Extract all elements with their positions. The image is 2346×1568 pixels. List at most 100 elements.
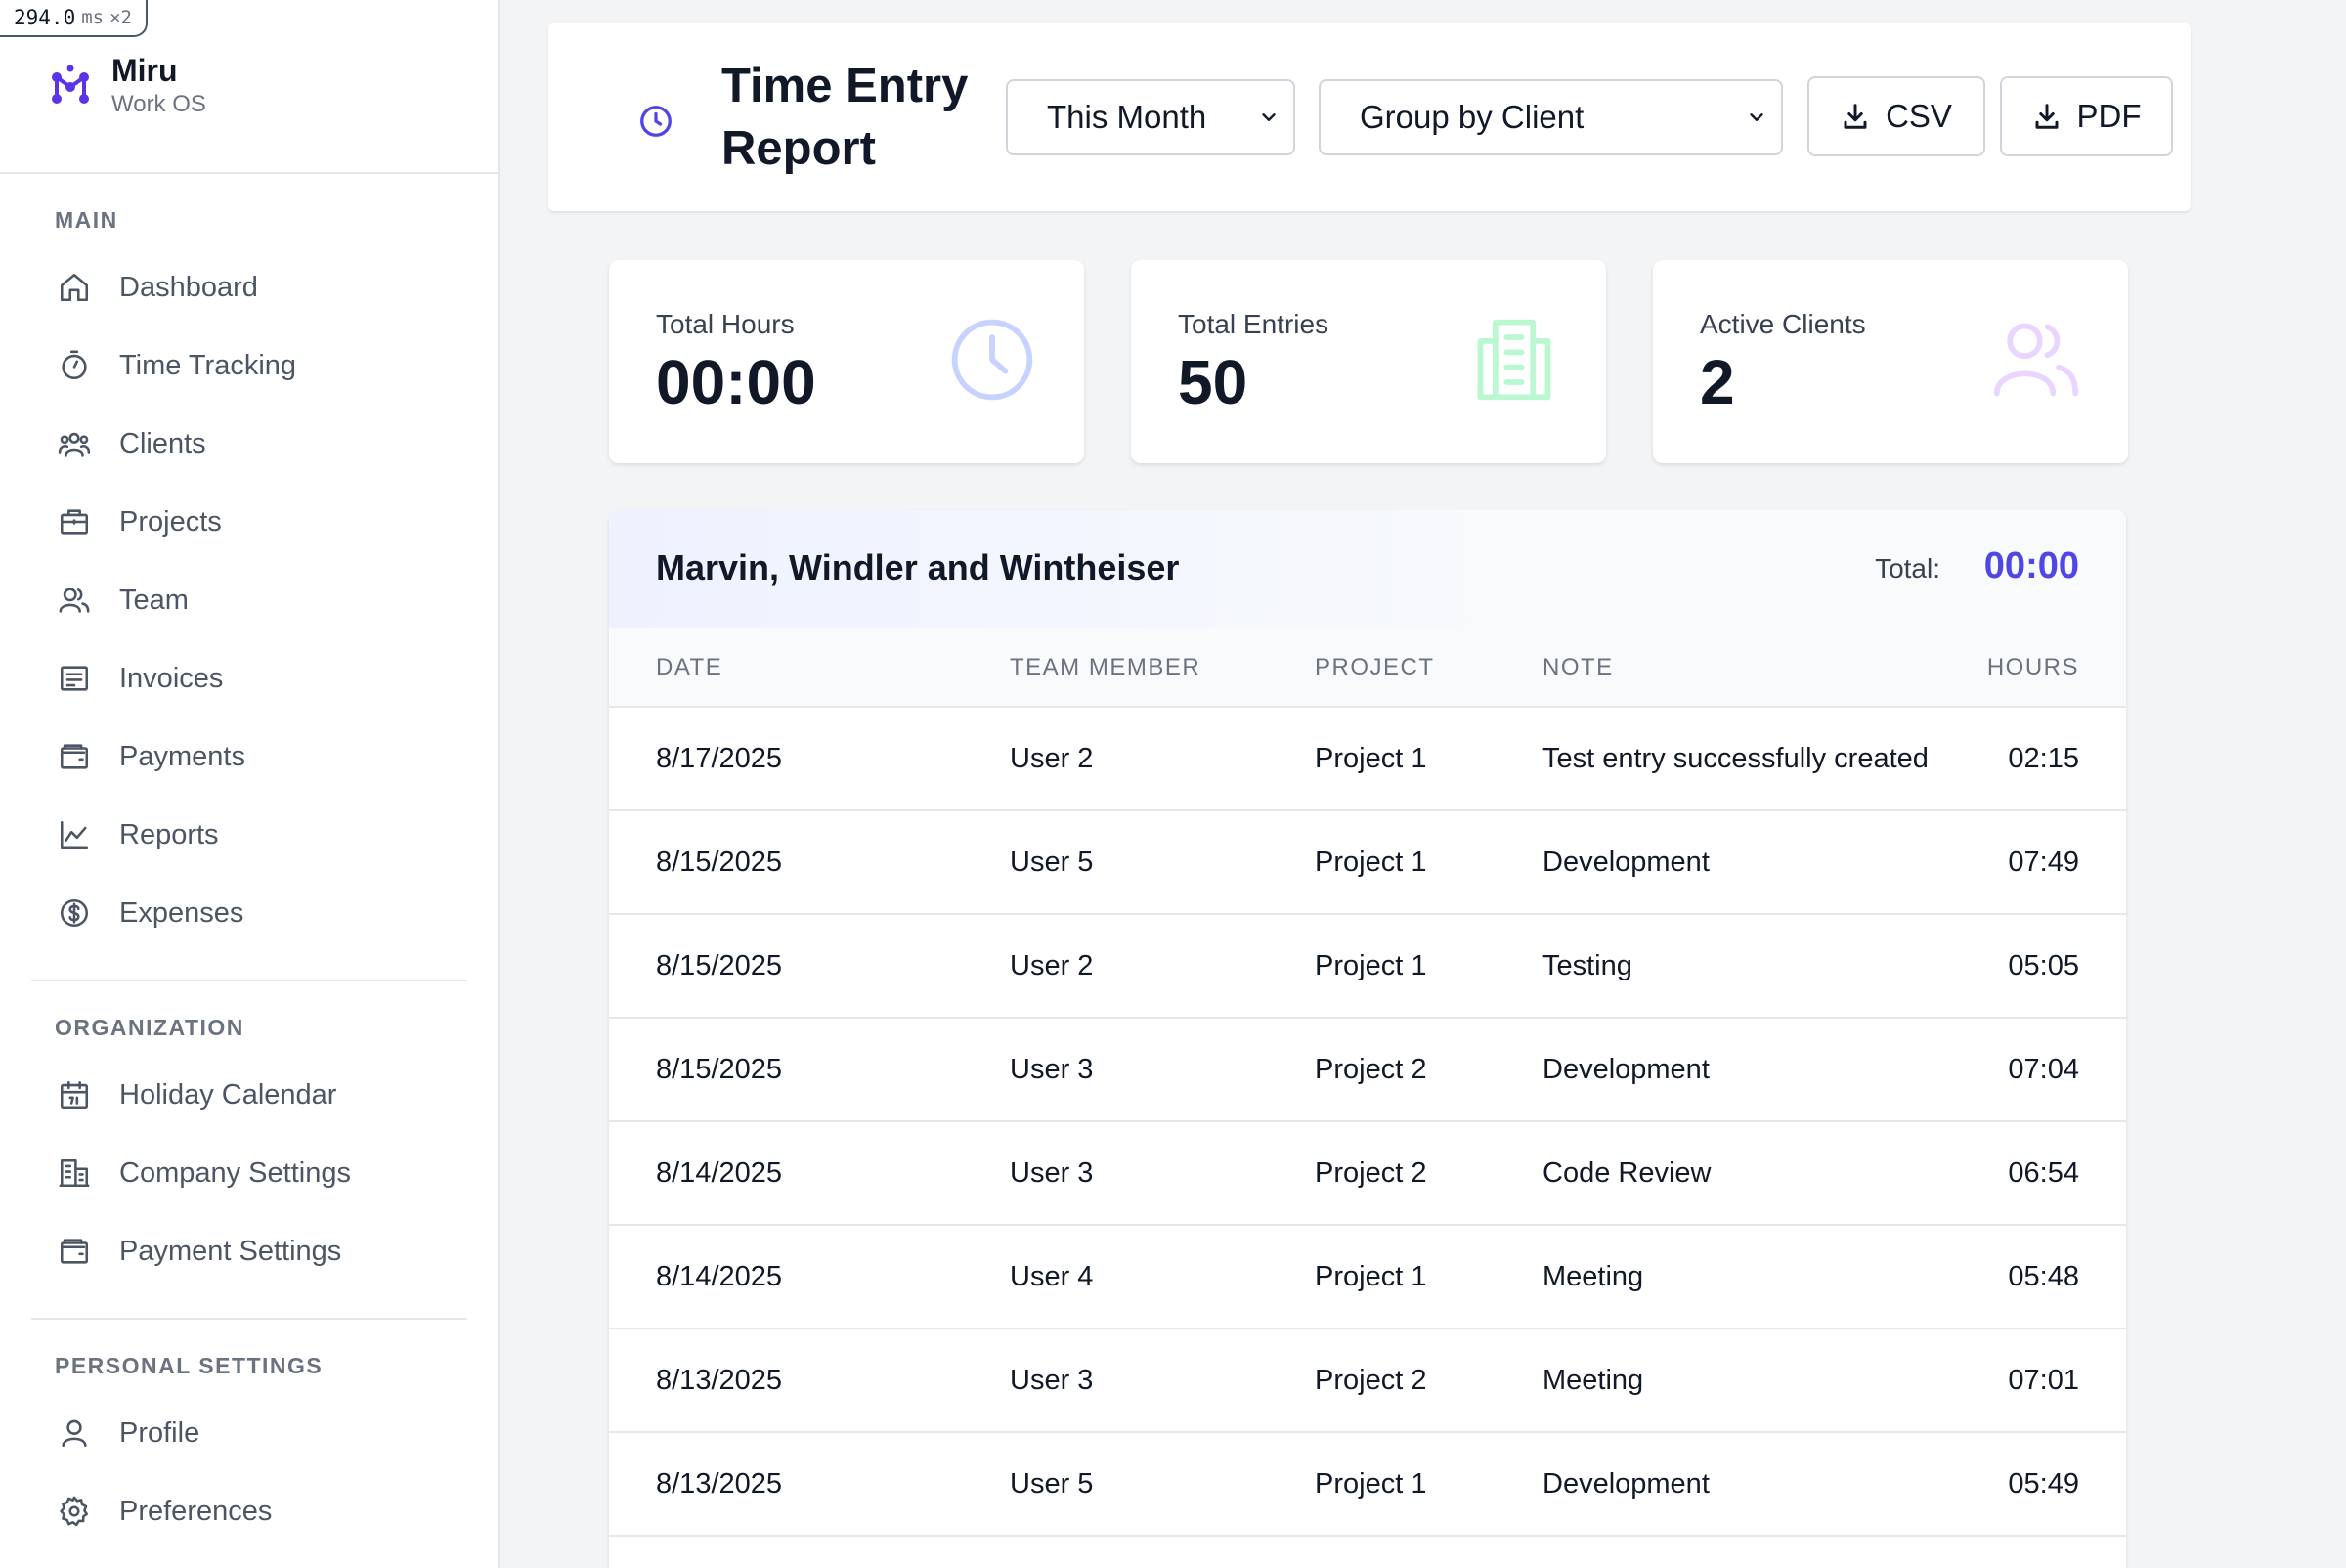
client-group-header: Marvin, Windler and Wintheiser Total: 00…: [609, 510, 2126, 628]
sidebar-item-preferences[interactable]: Preferences: [0, 1472, 500, 1550]
table-row[interactable]: 8/14/2025 User 4 Project 1 Meeting 05:48: [609, 1226, 2126, 1329]
briefcase-icon: [57, 504, 92, 540]
chevron-down-icon: [1262, 113, 1276, 121]
sidebar-item-team[interactable]: Team: [0, 561, 500, 639]
stat-value: 50: [1178, 347, 1248, 417]
table-row[interactable]: 8/15/2025 User 3 Project 2 Development 0…: [609, 1019, 2126, 1122]
sidebar-item-label: Invoices: [119, 662, 224, 694]
team-icon: [57, 583, 92, 618]
sidebar-item-reports[interactable]: Reports: [0, 796, 500, 874]
cell-hours: 07:01: [2008, 1365, 2079, 1396]
page-title: Time Entry Report: [721, 60, 969, 175]
sidebar-divider: [0, 172, 500, 174]
sidebar-item-label: Team: [119, 584, 189, 616]
users-group-icon: [57, 426, 92, 461]
sidebar-item-label: Expenses: [119, 896, 244, 929]
sidebar-item-payment-settings[interactable]: Payment Settings: [0, 1212, 500, 1290]
client-name: Marvin, Windler and Wintheiser: [656, 547, 1180, 588]
stat-card-total-entries: Total Entries 50: [1131, 260, 1606, 463]
nav-personal-settings: PERSONAL SETTINGS Profile Preferences: [0, 1346, 500, 1550]
report-header: Time Entry Report This Month Group by Cl…: [548, 23, 2191, 211]
export-pdf-button[interactable]: PDF: [2000, 76, 2173, 156]
document-icon: [1469, 315, 1559, 405]
client-report-card: Marvin, Windler and Wintheiser Total: 00…: [609, 510, 2126, 1568]
cell-note: Development: [1542, 1054, 1710, 1085]
table-row[interactable]: 8/17/2025 User 2 Project 1 Test entry su…: [609, 708, 2126, 811]
chart-line-icon: [57, 817, 92, 852]
cell-team-member: User 4: [1010, 1261, 1094, 1292]
sidebar-item-label: Time Tracking: [119, 349, 297, 381]
cell-note: Code Review: [1542, 1157, 1712, 1189]
sidebar-item-label: Payment Settings: [119, 1235, 342, 1267]
cell-note: Development: [1542, 847, 1710, 878]
period-select[interactable]: This Month: [1006, 79, 1295, 155]
group-select[interactable]: Group by Client: [1319, 79, 1783, 155]
cell-date: 8/13/2025: [656, 1365, 783, 1396]
sidebar-item-profile[interactable]: Profile: [0, 1394, 500, 1472]
column-header-hours: HOURS: [1986, 654, 2079, 680]
cell-team-member: User 2: [1010, 743, 1094, 774]
nav-heading-organization: ORGANIZATION: [55, 1015, 244, 1040]
table-row[interactable]: 8/14/2025 User 3 Project 2 Code Review 0…: [609, 1122, 2126, 1226]
cell-project: Project 2: [1315, 1365, 1427, 1396]
brand[interactable]: Miru Work OS: [51, 51, 206, 119]
home-icon: [57, 270, 92, 305]
export-csv-button[interactable]: CSV: [1807, 76, 1985, 156]
nav-main: MAIN Dashboard Time Tracking Clients Pro…: [0, 200, 500, 952]
sidebar-item-label: Clients: [119, 427, 206, 459]
sidebar-item-payments[interactable]: Payments: [0, 718, 500, 796]
cell-hours: 05:05: [2008, 950, 2079, 981]
cell-date: 8/15/2025: [656, 1054, 783, 1085]
cell-hours: 02:15: [2008, 743, 2079, 774]
sidebar-item-time-tracking[interactable]: Time Tracking: [0, 327, 500, 405]
sidebar-item-label: Preferences: [119, 1495, 273, 1527]
column-header-team-member: TEAM MEMBER: [1010, 654, 1201, 680]
pdf-label: PDF: [2076, 98, 2142, 134]
miru-logo-icon: [52, 65, 89, 104]
table-header: DATE TEAM MEMBER PROJECT NOTE HOURS: [609, 628, 2126, 708]
brand-name: Miru: [111, 53, 178, 88]
nav-organization: ORGANIZATION Holiday Calendar Company Se…: [0, 1008, 500, 1290]
cell-team-member: User 3: [1010, 1054, 1094, 1085]
download-icon: [2035, 104, 2058, 129]
table-body: 8/17/2025 User 2 Project 1 Test entry su…: [609, 708, 2126, 1568]
sidebar-item-invoices[interactable]: Invoices: [0, 639, 500, 718]
nav-heading-personal-settings: PERSONAL SETTINGS: [55, 1353, 324, 1378]
sidebar-item-label: Projects: [119, 505, 222, 538]
sidebar-item-label: Company Settings: [119, 1156, 351, 1189]
sidebar-item-projects[interactable]: Projects: [0, 483, 500, 561]
stat-label: Active Clients: [1700, 309, 1866, 339]
cell-date: 8/15/2025: [656, 950, 783, 981]
perf-value: 294.0: [14, 6, 76, 29]
cell-date: 8/17/2025: [656, 743, 783, 774]
users-icon: [1991, 315, 2081, 405]
table-row[interactable]: [609, 1537, 2126, 1568]
table-row[interactable]: 8/15/2025 User 2 Project 1 Testing 05:05: [609, 915, 2126, 1019]
table-row[interactable]: 8/15/2025 User 5 Project 1 Development 0…: [609, 811, 2126, 915]
table-row[interactable]: 8/13/2025 User 3 Project 2 Meeting 07:01: [609, 1329, 2126, 1433]
total-label: Total:: [1875, 553, 1940, 584]
cell-project: Project 1: [1315, 1261, 1427, 1292]
sidebar-item-clients[interactable]: Clients: [0, 405, 500, 483]
sidebar-item-label: Reports: [119, 818, 219, 850]
sidebar-item-expenses[interactable]: Expenses: [0, 874, 500, 952]
cell-hours: 05:49: [2008, 1468, 2079, 1500]
stat-card-total-hours: Total Hours 00:00: [609, 260, 1084, 463]
cell-hours: 07:04: [2008, 1054, 2079, 1085]
sidebar-item-company-settings[interactable]: Company Settings: [0, 1134, 500, 1212]
cell-note: Meeting: [1542, 1365, 1644, 1396]
brand-subtitle: Work OS: [111, 91, 206, 117]
stopwatch-icon: [57, 348, 92, 383]
cell-team-member: User 3: [1010, 1365, 1094, 1396]
column-header-date: DATE: [656, 654, 723, 680]
cell-date: 8/14/2025: [656, 1157, 783, 1189]
table-row[interactable]: 8/13/2025 User 5 Project 1 Development 0…: [609, 1433, 2126, 1537]
section-divider: [31, 980, 467, 981]
perf-multiplier: ×2: [109, 7, 132, 28]
sidebar-item-dashboard[interactable]: Dashboard: [0, 248, 500, 327]
cell-team-member: User 5: [1010, 847, 1094, 878]
cell-project: Project 1: [1315, 1468, 1427, 1500]
stat-card-active-clients: Active Clients 2: [1653, 260, 2128, 463]
sidebar-item-holiday-calendar[interactable]: Holiday Calendar: [0, 1056, 500, 1134]
cell-team-member: User 2: [1010, 950, 1094, 981]
